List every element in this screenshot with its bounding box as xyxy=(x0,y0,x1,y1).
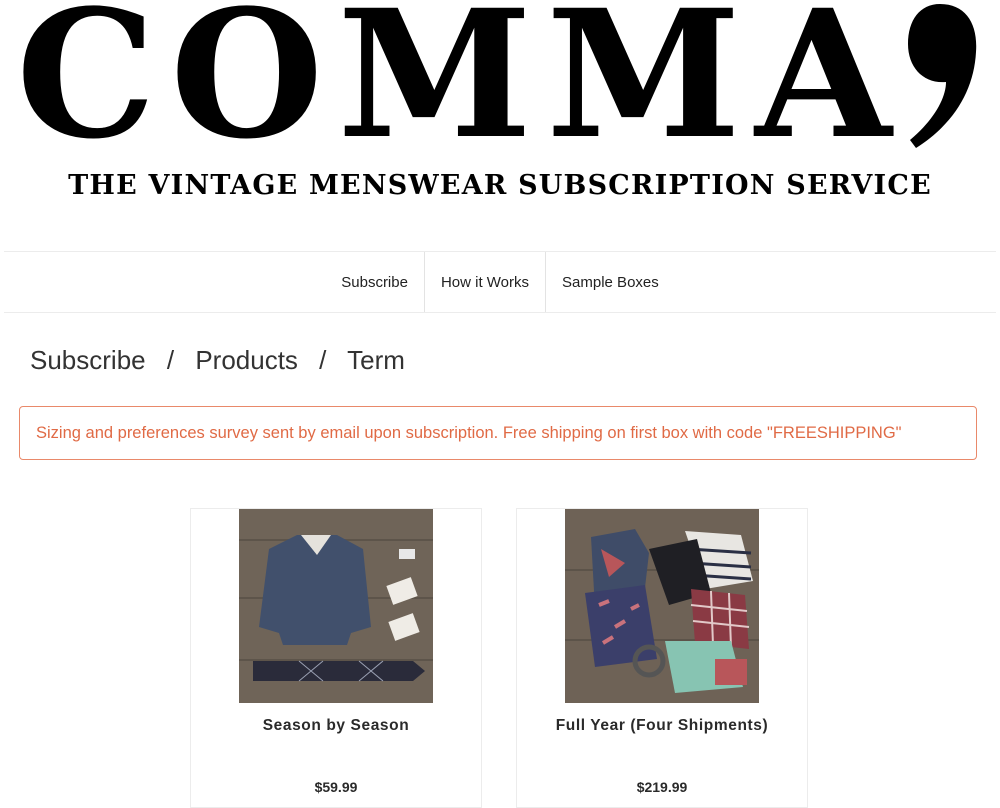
breadcrumb-item-products[interactable]: Products xyxy=(195,345,298,375)
main-nav: Subscribe How it Works Sample Boxes xyxy=(4,251,996,313)
site-header: COMMA THE VINTAGE MENSWEAR SUBSCRIPTION … xyxy=(0,0,1000,240)
product-image-denim-jacket[interactable] xyxy=(239,509,433,703)
notice-text: Sizing and preferences survey sent by em… xyxy=(36,423,902,442)
product-price: $59.99 xyxy=(314,779,358,795)
product-image-clothing-flatlay[interactable] xyxy=(565,509,759,703)
nav-item-sample-boxes[interactable]: Sample Boxes xyxy=(545,252,675,312)
product-card-season[interactable]: Season by Season $59.99 xyxy=(190,508,482,808)
breadcrumb-item-term: Term xyxy=(347,345,405,375)
breadcrumb-separator: / xyxy=(319,345,327,375)
product-card-full-year[interactable]: Full Year (Four Shipments) $219.99 xyxy=(516,508,808,808)
comma-logo-icon xyxy=(908,4,977,148)
breadcrumb-item-subscribe[interactable]: Subscribe xyxy=(30,345,146,375)
product-title[interactable]: Season by Season xyxy=(191,717,481,735)
site-tagline: THE VINTAGE MENSWEAR SUBSCRIPTION SERVIC… xyxy=(68,170,932,201)
product-price: $219.99 xyxy=(636,779,688,795)
logo-wordmark[interactable]: COMMA xyxy=(16,0,982,163)
shipping-notice: Sizing and preferences survey sent by em… xyxy=(19,406,977,460)
breadcrumb: Subscribe / Products / Term xyxy=(30,340,405,380)
nav-item-how-it-works[interactable]: How it Works xyxy=(423,252,545,312)
product-title[interactable]: Full Year (Four Shipments) xyxy=(517,717,807,735)
nav-item-subscribe[interactable]: Subscribe xyxy=(325,252,424,312)
breadcrumb-separator: / xyxy=(166,345,175,375)
